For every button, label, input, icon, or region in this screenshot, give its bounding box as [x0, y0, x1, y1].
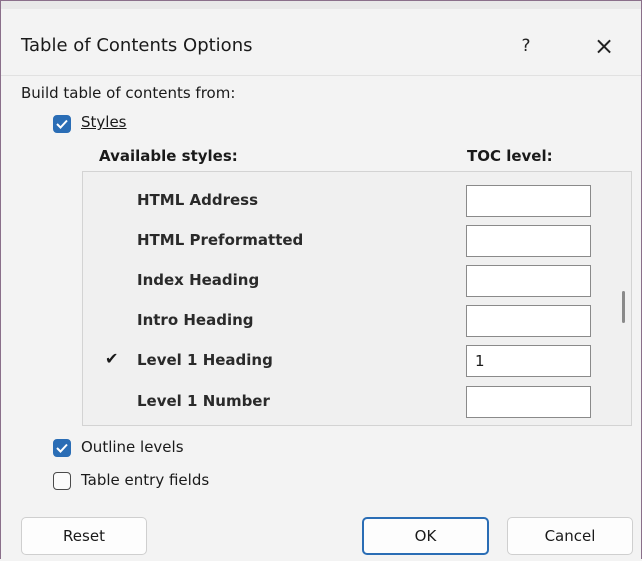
- outline-levels-checkbox[interactable]: [53, 439, 71, 457]
- styles-checkbox[interactable]: [53, 115, 71, 133]
- cancel-button[interactable]: Cancel: [507, 517, 633, 555]
- toc-level-input-html-address[interactable]: [466, 185, 591, 217]
- style-name-index-heading: Index Heading: [137, 271, 260, 289]
- checkmark-icon: [56, 119, 68, 129]
- style-name-level-1-heading: Level 1 Heading: [137, 351, 273, 369]
- ok-button[interactable]: OK: [362, 517, 489, 555]
- toc-options-dialog: Table of Contents Options ? × Build tabl…: [0, 0, 642, 561]
- toc-level-input-level-1-heading[interactable]: 1: [466, 345, 591, 377]
- listbox-scrollbar-thumb[interactable]: [622, 291, 625, 323]
- checkmark-icon: [56, 443, 68, 453]
- toc-level-input-intro-heading[interactable]: [466, 305, 591, 337]
- toc-level-input-index-heading[interactable]: [466, 265, 591, 297]
- style-name-intro-heading: Intro Heading: [137, 311, 254, 329]
- used-style-check-icon: ✔: [105, 349, 119, 368]
- table-entry-fields-checkbox[interactable]: [53, 472, 71, 490]
- available-styles-header: Available styles:: [99, 147, 238, 165]
- toc-level-input-html-preformatted[interactable]: [466, 225, 591, 257]
- title-bar: Table of Contents Options ? ×: [1, 9, 641, 75]
- style-name-html-address: HTML Address: [137, 191, 259, 209]
- outline-levels-label: Outline levels: [81, 438, 184, 456]
- dialog-title: Table of Contents Options: [21, 35, 253, 56]
- reset-button[interactable]: Reset: [21, 517, 147, 555]
- close-button[interactable]: ×: [589, 31, 619, 61]
- toc-level-input-level-1-number[interactable]: [466, 386, 591, 418]
- style-name-level-1-number: Level 1 Number: [137, 392, 270, 410]
- help-button[interactable]: ?: [511, 31, 541, 61]
- style-name-html-preformatted: HTML Preformatted: [137, 231, 304, 249]
- toc-level-header: TOC level:: [467, 147, 553, 165]
- build-from-label: Build table of contents from:: [21, 84, 236, 102]
- styles-checkbox-label: Styles: [81, 113, 127, 131]
- table-entry-fields-label: Table entry fields: [81, 471, 210, 489]
- window-top-strip: [1, 1, 641, 9]
